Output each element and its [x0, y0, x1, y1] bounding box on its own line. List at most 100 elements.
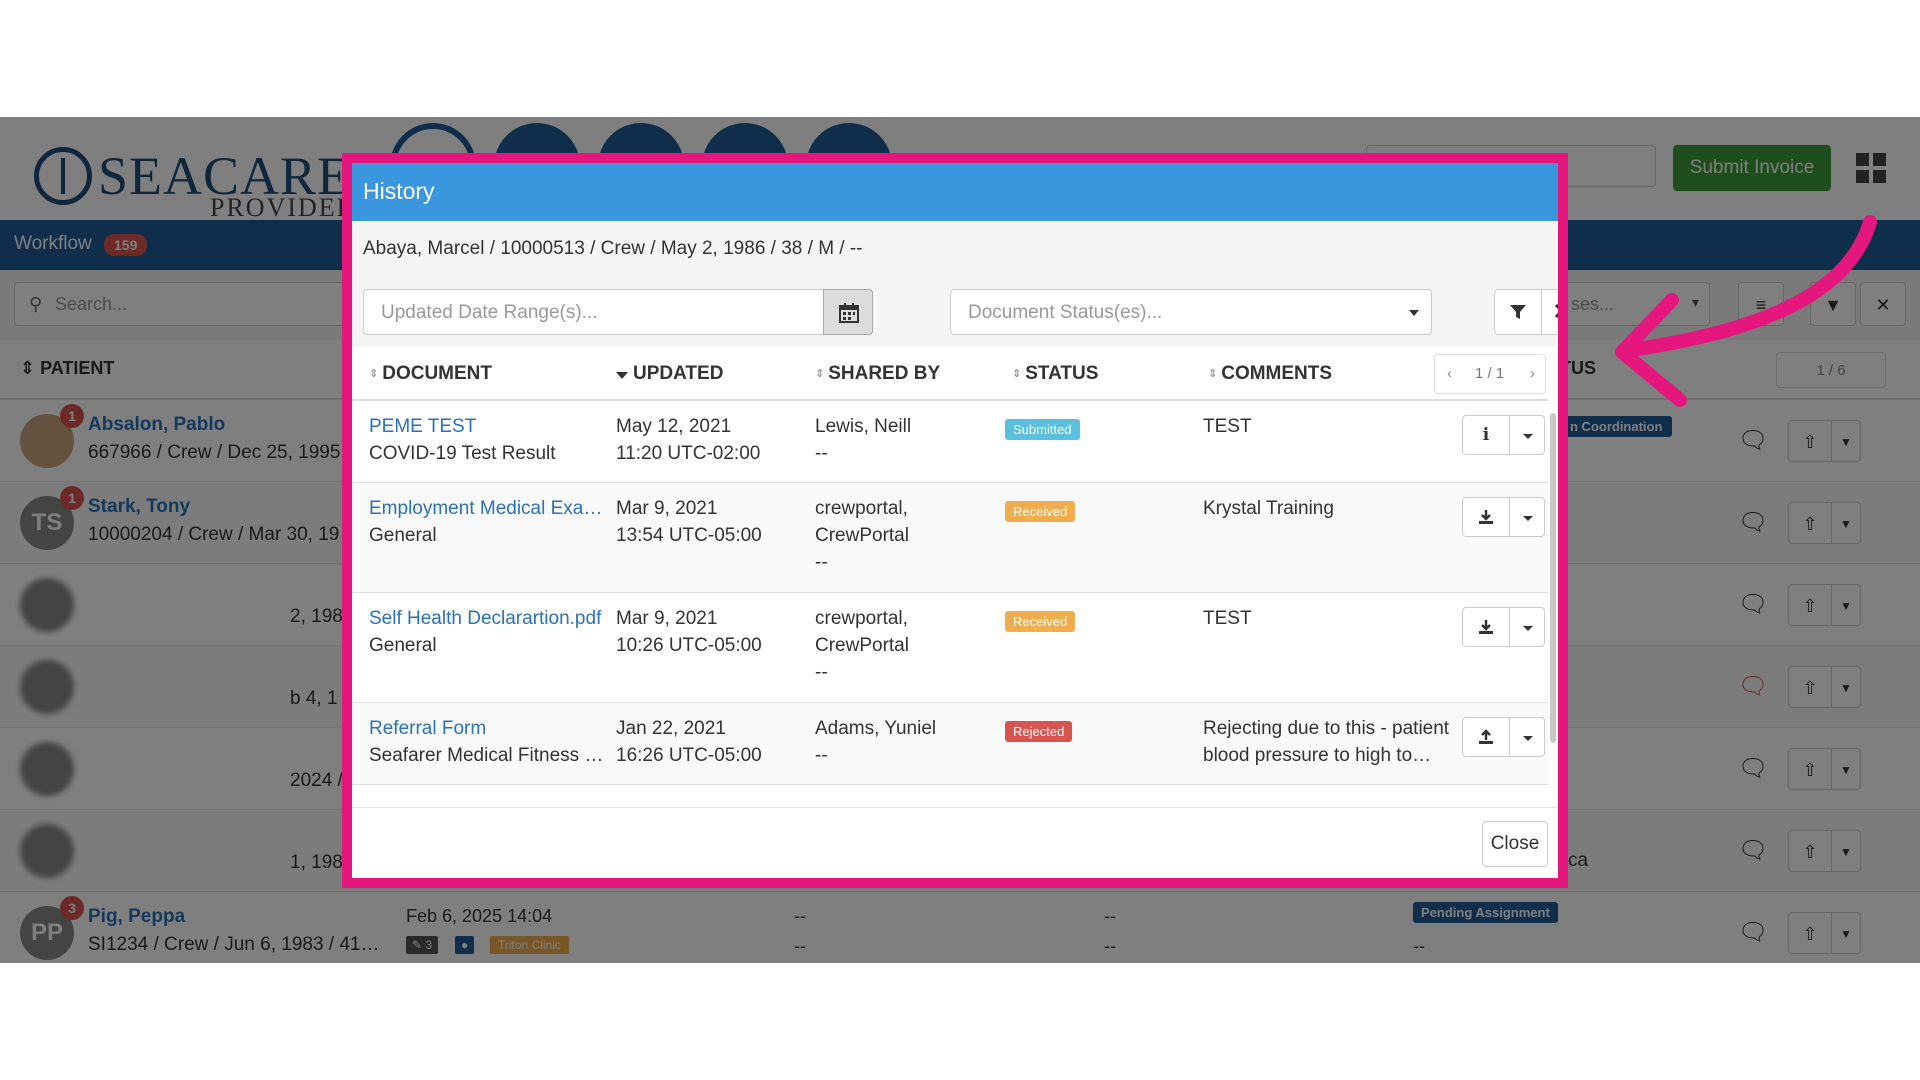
row-action-button[interactable]	[1462, 497, 1510, 537]
filter-icon	[1510, 305, 1526, 319]
shared-by-line2: CrewPortal	[815, 635, 909, 656]
row-action-group	[1462, 607, 1546, 647]
calendar-icon	[839, 303, 859, 323]
comment-line-1: Rejecting due to this - patient	[1203, 718, 1450, 739]
history-table-header: ⇕ DOCUMENT UPDATED ⇕ SHARED BY ⇕ STATUS ⇕ CO…	[352, 347, 1548, 401]
shared-by-name: crewportal,	[815, 498, 908, 519]
row-action-dropdown[interactable]	[1509, 607, 1545, 647]
updated-cell: Jan 22, 2021 16:26 UTC-05:00	[616, 715, 806, 769]
modal-footer: Close	[352, 807, 1558, 878]
document-status-select[interactable]: Document Status(es)...	[950, 289, 1432, 335]
comments-cell: TEST	[1203, 413, 1453, 440]
document-column-header[interactable]: ⇕ DOCUMENT	[369, 363, 492, 385]
history-row[interactable]: Referral Form Seafarer Medical Fitness … J…	[352, 703, 1548, 785]
document-type: Seafarer Medical Fitness …	[369, 745, 604, 766]
upload-icon	[1478, 729, 1494, 749]
updated-time: 13:54 UTC-05:00	[616, 525, 762, 546]
row-action-dropdown[interactable]	[1509, 415, 1545, 455]
comments-column-header[interactable]: ⇕ COMMENTS	[1208, 363, 1332, 385]
shared-by-name: Lewis, Neill	[815, 416, 912, 437]
pager-prev-icon[interactable]: ‹	[1447, 365, 1452, 382]
close-button[interactable]: Close	[1482, 821, 1548, 867]
row-action-group	[1462, 497, 1546, 537]
document-cell: Employment Medical Exa… General	[369, 495, 609, 549]
history-modal: History Abaya, Marcel / 10000513 / Crew …	[352, 163, 1558, 878]
document-link[interactable]: Referral Form	[369, 718, 486, 739]
shared-by-name: Adams, Yuniel	[815, 718, 937, 739]
document-cell: Referral Form Seafarer Medical Fitness …	[369, 715, 609, 769]
row-action-group	[1462, 717, 1546, 757]
status-badge: Submitted	[1005, 419, 1080, 440]
document-type: General	[369, 635, 437, 656]
history-row[interactable]: Employment Medical Exa… General Mar 9, 202…	[352, 483, 1548, 593]
shared-by-line2: CrewPortal	[815, 525, 909, 546]
sort-icon: ⇕	[1012, 368, 1022, 380]
status-badge: Received	[1005, 501, 1076, 522]
info-icon: i	[1482, 425, 1490, 445]
document-header-label: DOCUMENT	[382, 363, 492, 384]
updated-date: Mar 9, 2021	[616, 608, 718, 629]
annotation-arrow	[1615, 215, 1877, 407]
shared-by-line3: --	[815, 662, 828, 683]
comment-line-1: Krystal Training	[1203, 498, 1334, 519]
shared-by-cell: Lewis, Neill --	[815, 413, 1005, 467]
updated-header-label: UPDATED	[633, 363, 724, 384]
history-row[interactable]: PEME TEST COVID-19 Test Result May 12, 202…	[352, 401, 1548, 483]
status-badge: Received	[1005, 611, 1076, 632]
sort-icon: ⇕	[1208, 368, 1218, 380]
document-type: COVID-19 Test Result	[369, 443, 556, 464]
updated-column-header[interactable]: UPDATED	[616, 363, 723, 385]
document-status-placeholder: Document Status(es)...	[968, 302, 1163, 323]
shared-by-line2: --	[815, 745, 828, 766]
calendar-button[interactable]	[823, 289, 873, 335]
comment-line-2: blood pressure to high to…	[1203, 745, 1432, 766]
shared-by-line3: --	[815, 552, 828, 573]
updated-cell: May 12, 2021 11:20 UTC-02:00	[616, 413, 806, 467]
pager-next-icon[interactable]: ›	[1530, 365, 1535, 382]
updated-date-range-input[interactable]: Updated Date Range(s)...	[363, 289, 873, 335]
history-modal-highlight: History Abaya, Marcel / 10000513 / Crew …	[342, 153, 1568, 888]
comments-cell: Krystal Training	[1203, 495, 1453, 522]
row-action-dropdown[interactable]	[1509, 717, 1545, 757]
sort-desc-icon	[616, 372, 628, 379]
apply-filter-button[interactable]	[1494, 289, 1542, 335]
modal-scrollbar[interactable]	[1550, 413, 1556, 743]
comment-line-1: TEST	[1203, 416, 1252, 437]
document-link[interactable]: Self Health Declarartion.pdf	[369, 608, 601, 629]
shared-by-line2: --	[815, 443, 828, 464]
sort-icon: ⇕	[815, 368, 825, 380]
date-range-placeholder: Updated Date Range(s)...	[381, 302, 598, 323]
history-table-body: PEME TEST COVID-19 Test Result May 12, 202…	[352, 401, 1548, 807]
modal-title: History	[363, 178, 435, 204]
history-filters: Updated Date Range(s)... Document Status…	[352, 279, 1558, 347]
row-action-dropdown[interactable]	[1509, 497, 1545, 537]
status-badge: Rejected	[1005, 721, 1073, 742]
shared-by-cell: crewportal, CrewPortal --	[815, 495, 1005, 576]
document-link[interactable]: Employment Medical Exa…	[369, 498, 602, 519]
shared-by-column-header[interactable]: ⇕ SHARED BY	[815, 363, 940, 385]
shared-by-name: crewportal,	[815, 608, 908, 629]
updated-cell: Mar 9, 2021 13:54 UTC-05:00	[616, 495, 806, 549]
updated-date: May 12, 2021	[616, 416, 732, 437]
updated-time: 10:26 UTC-05:00	[616, 635, 762, 656]
updated-time: 11:20 UTC-02:00	[616, 443, 761, 464]
patient-info: Abaya, Marcel / 10000513 / Crew / May 2,…	[363, 238, 863, 259]
chevron-down-icon	[1409, 310, 1419, 316]
clear-filter-button[interactable]	[1541, 289, 1558, 335]
updated-cell: Mar 9, 2021 10:26 UTC-05:00	[616, 605, 806, 659]
document-cell: Self Health Declarartion.pdf General	[369, 605, 609, 659]
row-action-button[interactable]	[1462, 717, 1510, 757]
row-action-group: i	[1462, 415, 1546, 455]
status-column-header[interactable]: ⇕ STATUS	[1012, 363, 1098, 385]
row-action-button[interactable]: i	[1462, 415, 1510, 455]
history-pager: ‹ 1 / 1 ›	[1434, 354, 1546, 394]
modal-header: History	[352, 163, 1558, 221]
patient-info-bar: Abaya, Marcel / 10000513 / Crew / May 2,…	[352, 221, 1558, 279]
history-row[interactable]: Self Health Declarartion.pdf General Mar 9…	[352, 593, 1548, 703]
row-action-button[interactable]	[1462, 607, 1510, 647]
document-link[interactable]: PEME TEST	[369, 416, 476, 437]
download-icon	[1478, 620, 1494, 639]
comments-cell: Rejecting due to this - patient blood pre…	[1203, 715, 1453, 769]
shared-by-header-label: SHARED BY	[828, 363, 941, 384]
shared-by-cell: Adams, Yuniel --	[815, 715, 1005, 769]
